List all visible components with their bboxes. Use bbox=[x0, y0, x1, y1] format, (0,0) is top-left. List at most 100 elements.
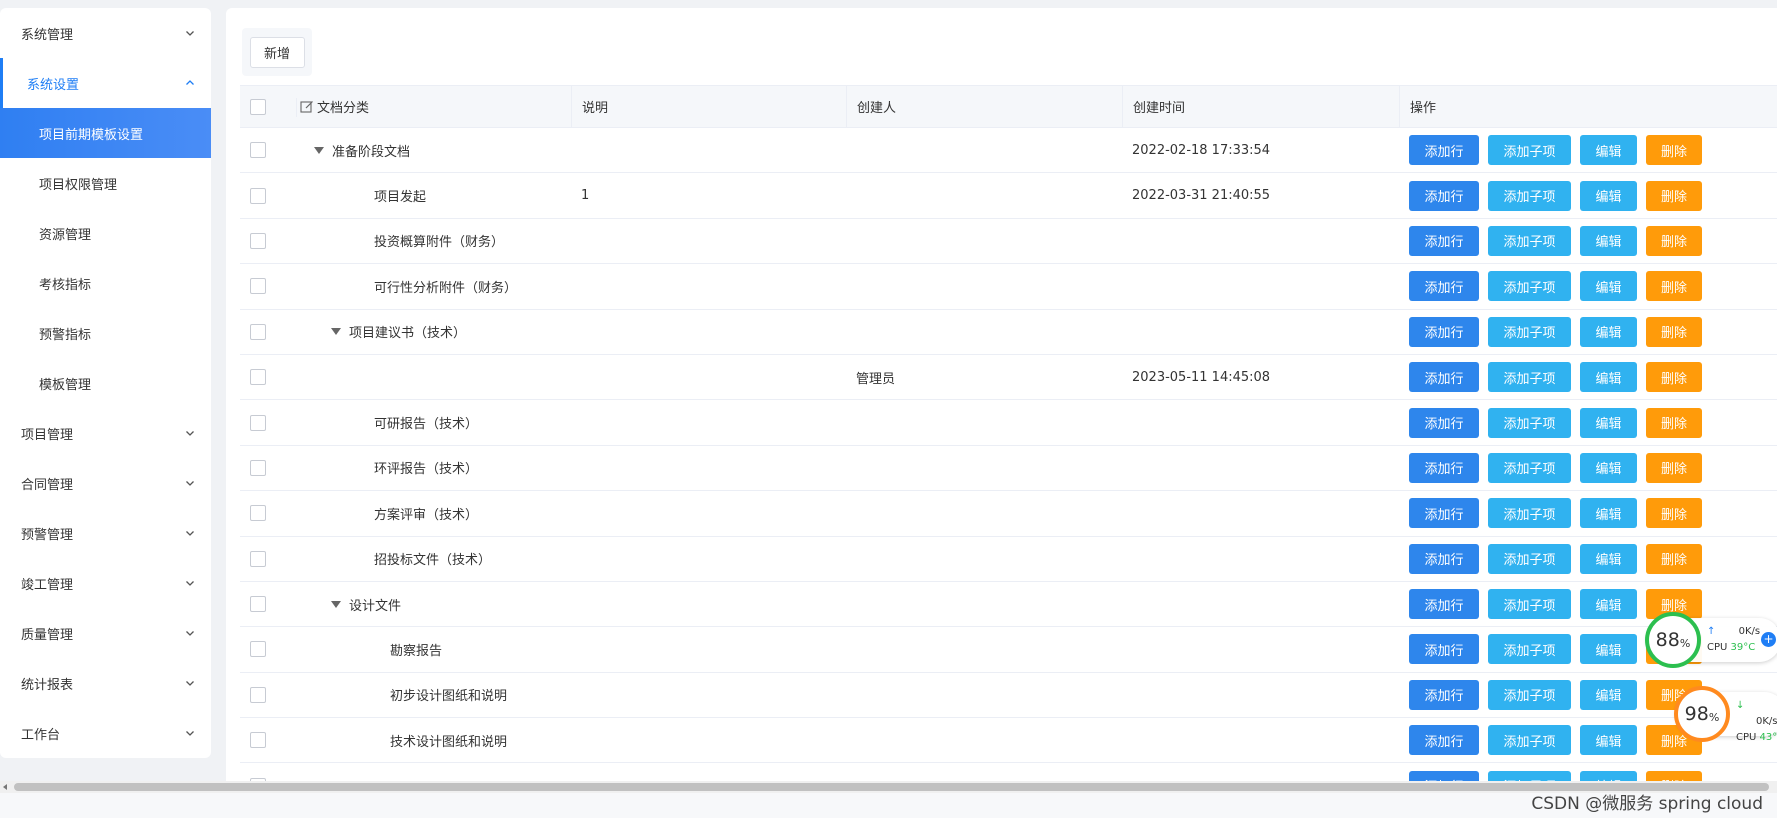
add-child-button[interactable]: 添加子项 bbox=[1488, 543, 1571, 574]
sidebar-item-5[interactable]: 竣工管理 bbox=[0, 558, 211, 608]
sidebar-subitem-2[interactable]: 资源管理 bbox=[0, 208, 211, 258]
description-cell bbox=[571, 310, 846, 354]
add-child-button[interactable]: 添加子项 bbox=[1488, 135, 1571, 166]
table-row: 招投标文件（技术） 添加行 添加子项 编辑 删除 bbox=[240, 537, 1777, 582]
sidebar-item-0[interactable]: 系统管理 bbox=[0, 8, 211, 58]
select-all-checkbox[interactable] bbox=[250, 98, 266, 115]
edit-button[interactable]: 编辑 bbox=[1580, 407, 1637, 438]
add-child-button[interactable]: 添加子项 bbox=[1488, 452, 1571, 483]
sidebar-item-3[interactable]: 合同管理 bbox=[0, 458, 211, 508]
sidebar-item-1[interactable]: 系统设置 bbox=[0, 58, 211, 108]
add-row-button[interactable]: 添加行 bbox=[1409, 679, 1479, 710]
row-checkbox[interactable] bbox=[250, 142, 266, 159]
add-row-button[interactable]: 添加行 bbox=[1409, 725, 1479, 756]
edit-button[interactable]: 编辑 bbox=[1580, 634, 1637, 665]
row-checkbox[interactable] bbox=[250, 641, 266, 658]
table-row: 勘察报告添加行添加子项编辑删除 bbox=[240, 627, 1777, 673]
row-checkbox[interactable] bbox=[250, 459, 266, 476]
add-child-button[interactable]: 添加子项 bbox=[1488, 362, 1571, 393]
sidebar-subitem-3[interactable]: 考核指标 bbox=[0, 258, 211, 308]
add-row-button[interactable]: 添加行 bbox=[1409, 452, 1479, 483]
add-row-button[interactable]: 添加行 bbox=[1409, 362, 1479, 393]
delete-button[interactable]: 删除 bbox=[1646, 225, 1702, 256]
sidebar-subitem-5[interactable]: 模板管理 bbox=[0, 358, 211, 408]
add-row-button[interactable]: 添加行 bbox=[1409, 180, 1479, 211]
scroll-left-arrow-icon[interactable] bbox=[3, 784, 7, 790]
add-child-button[interactable]: 添加子项 bbox=[1488, 725, 1571, 756]
row-checkbox[interactable] bbox=[250, 369, 266, 386]
plus-icon[interactable]: + bbox=[1761, 632, 1776, 647]
sidebar-item-label: 合同管理 bbox=[21, 477, 74, 493]
delete-button[interactable]: 删除 bbox=[1646, 135, 1702, 166]
row-checkbox[interactable] bbox=[250, 505, 266, 522]
system-monitor-widget[interactable]: 88% ↑ 0K/s CPU 39°C + bbox=[1645, 612, 1777, 668]
add-child-button[interactable]: 添加子项 bbox=[1488, 316, 1571, 347]
edit-button[interactable]: 编辑 bbox=[1580, 316, 1637, 347]
system-monitor-widget-2[interactable]: 98% ↓ 0K/s CPU 43°C bbox=[1674, 686, 1777, 743]
sidebar-item-7[interactable]: 统计报表 bbox=[0, 658, 211, 708]
add-child-button[interactable]: 添加子项 bbox=[1488, 498, 1571, 529]
edit-button[interactable]: 编辑 bbox=[1580, 135, 1637, 166]
edit-button[interactable]: 编辑 bbox=[1580, 180, 1637, 211]
add-row-button[interactable]: 添加行 bbox=[1409, 498, 1479, 529]
row-checkbox[interactable] bbox=[250, 278, 266, 295]
add-row-button[interactable]: 添加行 bbox=[1409, 634, 1479, 665]
add-row-button[interactable]: 添加行 bbox=[1409, 225, 1479, 256]
delete-button[interactable]: 删除 bbox=[1646, 180, 1702, 211]
edit-button[interactable]: 编辑 bbox=[1580, 679, 1637, 710]
add-row-button[interactable]: 添加行 bbox=[1409, 407, 1479, 438]
new-button[interactable]: 新增 bbox=[249, 36, 305, 68]
delete-button[interactable]: 删除 bbox=[1646, 543, 1702, 574]
add-child-button[interactable]: 添加子项 bbox=[1488, 407, 1571, 438]
add-child-button[interactable]: 添加子项 bbox=[1488, 180, 1571, 211]
edit-button[interactable]: 编辑 bbox=[1580, 589, 1637, 620]
add-row-button[interactable]: 添加行 bbox=[1409, 135, 1479, 166]
edit-button[interactable]: 编辑 bbox=[1580, 498, 1637, 529]
add-row-button[interactable]: 添加行 bbox=[1409, 316, 1479, 347]
row-checkbox[interactable] bbox=[250, 550, 266, 567]
row-checkbox[interactable] bbox=[250, 732, 266, 749]
edit-button[interactable]: 编辑 bbox=[1580, 225, 1637, 256]
sidebar-subitem-4[interactable]: 预警指标 bbox=[0, 308, 211, 358]
delete-button[interactable]: 删除 bbox=[1646, 498, 1702, 529]
add-row-button[interactable]: 添加行 bbox=[1409, 271, 1479, 302]
description-cell bbox=[571, 219, 846, 263]
add-child-button[interactable]: 添加子项 bbox=[1488, 225, 1571, 256]
edit-button[interactable]: 编辑 bbox=[1580, 271, 1637, 302]
edit-button[interactable]: 编辑 bbox=[1580, 362, 1637, 393]
edit-button[interactable]: 编辑 bbox=[1580, 543, 1637, 574]
row-checkbox[interactable] bbox=[250, 596, 266, 613]
row-checkbox[interactable] bbox=[250, 187, 266, 204]
add-child-button[interactable]: 添加子项 bbox=[1488, 589, 1571, 620]
scrollbar-thumb[interactable] bbox=[14, 783, 1769, 791]
delete-button[interactable]: 删除 bbox=[1646, 316, 1702, 347]
sidebar-item-2[interactable]: 项目管理 bbox=[0, 408, 211, 458]
delete-button[interactable]: 删除 bbox=[1646, 271, 1702, 302]
sidebar-item-4[interactable]: 预警管理 bbox=[0, 508, 211, 558]
delete-button[interactable]: 删除 bbox=[1646, 407, 1702, 438]
row-checkbox[interactable] bbox=[250, 414, 266, 431]
cpu-usage-unit: % bbox=[1708, 710, 1720, 724]
expand-triangle-icon[interactable] bbox=[331, 328, 341, 336]
edit-button[interactable]: 编辑 bbox=[1580, 725, 1637, 756]
horizontal-scrollbar[interactable] bbox=[0, 781, 1777, 793]
row-checkbox[interactable] bbox=[250, 232, 266, 249]
sidebar-item-8[interactable]: 工作台 bbox=[0, 708, 211, 758]
sidebar-subitem-0[interactable]: 项目前期模板设置 bbox=[0, 108, 211, 158]
delete-button[interactable]: 删除 bbox=[1646, 452, 1702, 483]
add-child-button[interactable]: 添加子项 bbox=[1488, 679, 1571, 710]
add-child-button[interactable]: 添加子项 bbox=[1488, 634, 1571, 665]
add-child-button[interactable]: 添加子项 bbox=[1488, 271, 1571, 302]
delete-button[interactable]: 删除 bbox=[1646, 362, 1702, 393]
add-row-button[interactable]: 添加行 bbox=[1409, 589, 1479, 620]
expand-triangle-icon[interactable] bbox=[331, 600, 341, 608]
sidebar-item-6[interactable]: 质量管理 bbox=[0, 608, 211, 658]
category-name: 环评报告（技术） bbox=[374, 462, 479, 478]
sidebar-subitem-1[interactable]: 项目权限管理 bbox=[0, 158, 211, 208]
edit-button[interactable]: 编辑 bbox=[1580, 452, 1637, 483]
row-checkbox[interactable] bbox=[250, 323, 266, 340]
sidebar-item-label: 质量管理 bbox=[21, 627, 74, 643]
expand-triangle-icon[interactable] bbox=[314, 146, 324, 154]
row-checkbox[interactable] bbox=[250, 686, 266, 703]
add-row-button[interactable]: 添加行 bbox=[1409, 543, 1479, 574]
